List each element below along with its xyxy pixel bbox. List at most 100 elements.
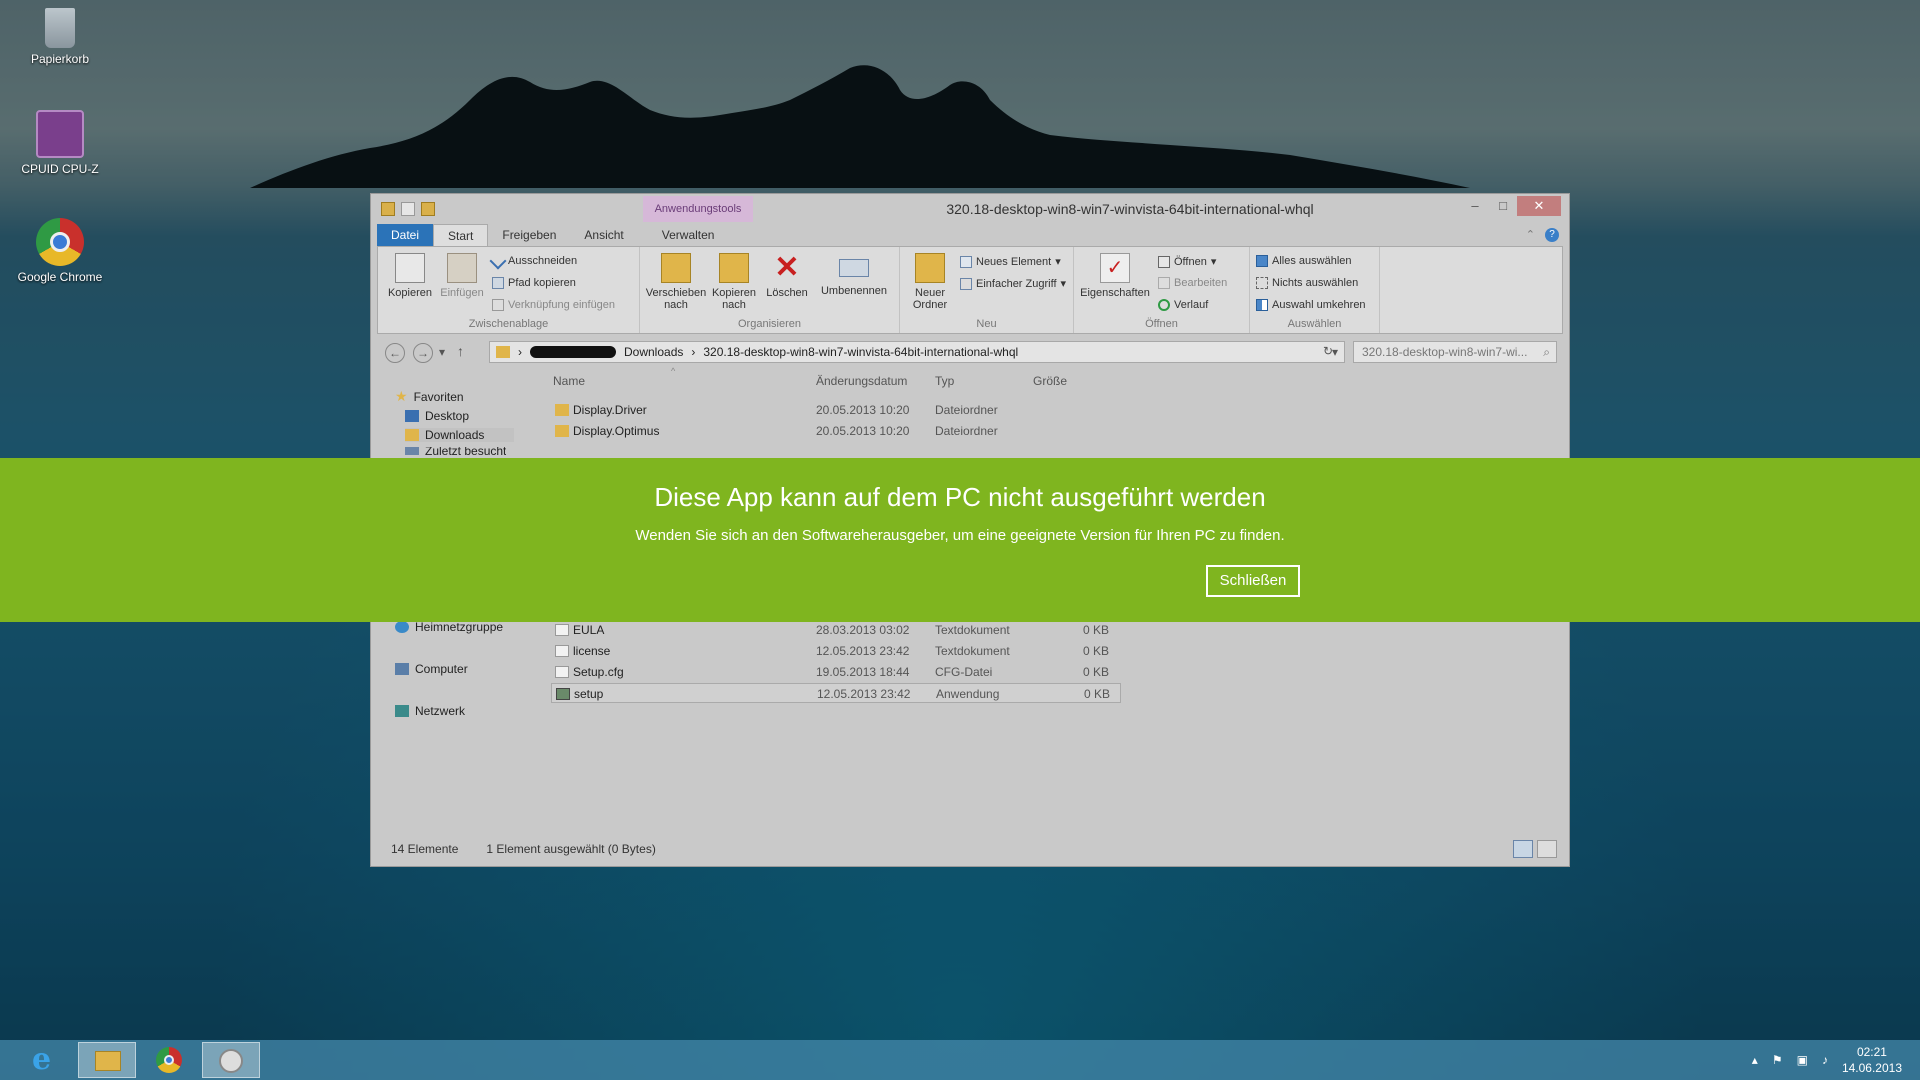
up-arrow-icon[interactable]: ↑ — [457, 343, 464, 359]
file-name: setup — [574, 687, 604, 701]
copy-path-button[interactable]: Pfad kopieren — [492, 277, 576, 289]
details-view-icon[interactable] — [1513, 840, 1533, 858]
recent-locations-icon[interactable]: ▾ — [439, 345, 445, 359]
invert-selection-button[interactable]: Auswahl umkehren — [1256, 299, 1366, 311]
network-icon[interactable]: ▣ — [1797, 1053, 1808, 1067]
taskbar-app-setup[interactable] — [202, 1042, 260, 1078]
minimize-button[interactable]: – — [1461, 196, 1489, 216]
nav-recent[interactable]: Zuletzt besucht — [405, 447, 506, 455]
breadcrumb-current-folder[interactable]: 320.18-desktop-win8-win7-winvista-64bit-… — [703, 345, 1018, 359]
nav-label: Netzwerk — [415, 704, 466, 718]
easy-access-button[interactable]: Einfacher Zugriff ▾ — [960, 277, 1066, 290]
sort-arrow-icon: ^ — [671, 366, 676, 376]
copy-button[interactable]: Kopieren — [382, 251, 438, 299]
help-icon[interactable]: ? — [1545, 228, 1559, 242]
paste-button[interactable]: Einfügen — [434, 251, 490, 299]
copy-to-button[interactable]: Kopieren nach — [706, 251, 762, 311]
nav-computer[interactable]: Computer — [395, 662, 468, 676]
copy-label: Kopieren — [387, 287, 433, 299]
tab-manage[interactable]: Verwalten — [648, 224, 729, 246]
column-header-type[interactable]: Typ — [935, 374, 954, 388]
file-name: Display.Optimus — [573, 424, 660, 438]
title-bar[interactable]: Anwendungstools 320.18-desktop-win8-win7… — [371, 194, 1569, 224]
taskbar-internet-explorer[interactable]: e — [20, 1042, 78, 1078]
column-header-date[interactable]: Änderungsdatum — [816, 374, 907, 388]
delete-button[interactable]: ✕ Löschen — [762, 251, 812, 300]
close-button[interactable]: ✕ — [1517, 196, 1561, 216]
search-input[interactable]: 320.18-desktop-win8-win7-wi... ⌕ — [1353, 341, 1557, 363]
open-button[interactable]: Öffnen ▾ — [1158, 255, 1216, 268]
chevron-right-icon: › — [518, 345, 522, 359]
edit-button[interactable]: Bearbeiten — [1158, 277, 1227, 289]
group-new: Neuer Ordner Neues Element ▾ Einfacher Z… — [900, 247, 1074, 333]
select-none-icon — [1256, 277, 1268, 289]
edit-label: Bearbeiten — [1174, 277, 1228, 289]
volume-icon[interactable]: ♪ — [1822, 1053, 1828, 1067]
nav-network[interactable]: Netzwerk — [395, 704, 465, 718]
file-name: license — [573, 644, 611, 658]
taskbar-chrome[interactable] — [140, 1042, 198, 1078]
invert-selection-label: Auswahl umkehren — [1272, 299, 1366, 311]
nav-desktop[interactable]: Desktop — [405, 409, 469, 423]
nav-favorites[interactable]: ★ Favoriten — [395, 388, 464, 405]
clock[interactable]: 02:21 14.06.2013 — [1842, 1044, 1902, 1076]
move-to-button[interactable]: Verschieben nach — [644, 251, 708, 311]
address-dropdown-icon[interactable]: ▾ — [1332, 345, 1344, 359]
copy-folder-icon — [719, 253, 749, 283]
column-header-name[interactable]: Name — [553, 374, 585, 388]
tab-start[interactable]: Start — [433, 224, 489, 246]
easy-access-icon — [960, 277, 972, 290]
close-dialog-button[interactable]: Schließen — [1206, 565, 1300, 597]
show-hidden-icons-icon[interactable]: ▴ — [1752, 1053, 1758, 1067]
forward-button[interactable]: → — [413, 343, 433, 363]
file-row[interactable]: license 12.05.2013 23:42 Textdokument 0 … — [551, 641, 1121, 661]
new-folder-button[interactable]: Neuer Ordner — [904, 251, 956, 311]
nav-downloads[interactable]: Downloads — [405, 428, 515, 442]
selection-info: 1 Element ausgewählt (0 Bytes) — [486, 842, 656, 856]
nav-label: Computer — [415, 662, 468, 676]
select-none-button[interactable]: Nichts auswählen — [1256, 277, 1358, 289]
action-center-flag-icon[interactable]: ⚑ — [1772, 1053, 1783, 1067]
breadcrumb-downloads[interactable]: Downloads — [624, 345, 683, 359]
file-row[interactable]: EULA 28.03.2013 03:02 Textdokument 0 KB — [551, 620, 1121, 640]
desktop-icon-cpuz[interactable]: CPUID CPU-Z — [10, 110, 110, 176]
tab-share[interactable]: Freigeben — [488, 224, 570, 246]
taskbar-file-explorer[interactable] — [78, 1042, 136, 1078]
select-all-label: Alles auswählen — [1272, 255, 1352, 267]
scissors-icon — [489, 252, 507, 270]
group-select: Alles auswählen Nichts auswählen Auswahl… — [1250, 247, 1380, 333]
search-placeholder: 320.18-desktop-win8-win7-wi... — [1362, 345, 1528, 359]
desktop-icon-chrome[interactable]: Google Chrome — [10, 218, 110, 284]
file-row-selected[interactable]: setup 12.05.2013 23:42 Anwendung 0 KB — [551, 683, 1121, 703]
history-button[interactable]: Verlauf — [1158, 299, 1208, 311]
refresh-icon[interactable]: ↻ — [1323, 344, 1333, 358]
address-bar[interactable]: › Downloads › 320.18-desktop-win8-win7-w… — [489, 341, 1345, 363]
rename-button[interactable]: Umbenennen — [816, 251, 892, 297]
collapse-ribbon-icon[interactable]: ⌃ — [1526, 228, 1535, 242]
cpuz-icon — [36, 110, 84, 158]
select-all-button[interactable]: Alles auswählen — [1256, 255, 1352, 267]
cut-button[interactable]: Ausschneiden — [489, 252, 577, 270]
paste-shortcut-button[interactable]: Verknüpfung einfügen — [492, 299, 615, 311]
dropdown-arrow-icon: ▾ — [1060, 278, 1067, 290]
tab-file[interactable]: Datei — [377, 224, 434, 246]
tab-view[interactable]: Ansicht — [570, 224, 637, 246]
file-row[interactable]: Setup.cfg 19.05.2013 18:44 CFG-Datei 0 K… — [551, 662, 1121, 682]
window-controls: – □ ✕ — [1461, 196, 1561, 216]
folder-icon — [496, 346, 510, 358]
new-item-button[interactable]: Neues Element ▾ — [960, 255, 1061, 268]
desktop-icon-recycle-bin[interactable]: Papierkorb — [10, 8, 110, 66]
nav-homegroup[interactable]: Heimnetzgruppe — [395, 620, 503, 634]
group-label: Organisieren — [738, 318, 801, 330]
file-row[interactable]: Display.Driver 20.05.2013 10:20 Dateiord… — [551, 400, 1121, 420]
column-header-size[interactable]: Größe — [1033, 374, 1067, 388]
recent-places-icon — [405, 447, 419, 455]
properties-check-icon: ✓ — [1100, 253, 1130, 283]
file-row[interactable]: Display.Optimus 20.05.2013 10:20 Dateior… — [551, 421, 1121, 441]
large-icons-view-icon[interactable] — [1537, 840, 1557, 858]
back-button[interactable]: ← — [385, 343, 405, 363]
maximize-button[interactable]: □ — [1489, 196, 1517, 216]
nav-label: Heimnetzgruppe — [415, 620, 504, 634]
move-folder-icon — [661, 253, 691, 283]
properties-button[interactable]: ✓ Eigenschaften — [1076, 251, 1154, 299]
